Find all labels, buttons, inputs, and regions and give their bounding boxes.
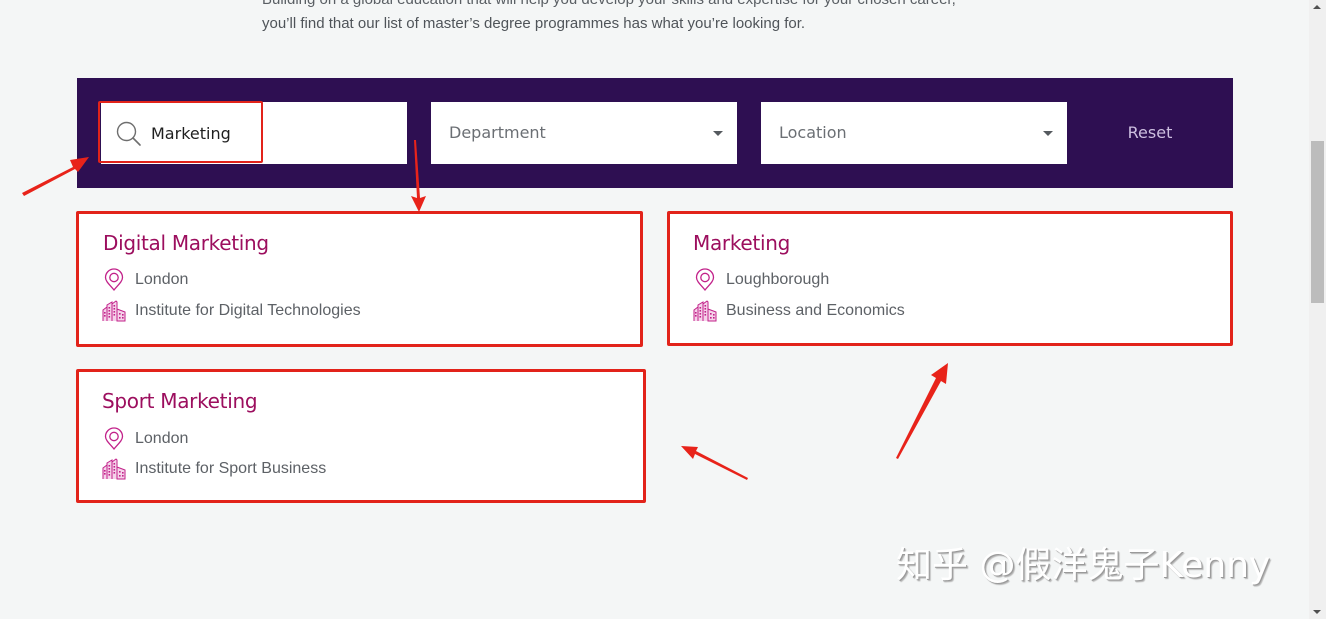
building-icon [693, 300, 717, 322]
course-department: Institute for Sport Business [102, 457, 326, 481]
caret-down-icon [713, 131, 723, 136]
intro-line: you’ll find that our list of master’s de… [262, 15, 806, 32]
building-icon [102, 458, 126, 480]
reset-button[interactable]: Reset [1101, 102, 1199, 164]
arrow-annotation [681, 446, 748, 480]
location-select-label: Location [779, 123, 847, 142]
course-department: Institute for Digital Technologies [102, 299, 361, 323]
map-pin-icon [695, 268, 715, 292]
search-field[interactable] [101, 102, 407, 164]
map-pin-icon [104, 427, 124, 451]
map-pin-icon [104, 268, 124, 292]
department-select[interactable]: Department [431, 102, 737, 164]
course-department: Business and Economics [693, 299, 905, 323]
course-location: London [102, 268, 188, 292]
course-location-text: Loughborough [726, 271, 830, 288]
search-icon [116, 121, 141, 146]
building-icon [102, 300, 126, 322]
course-location-text: London [135, 430, 189, 447]
caret-down-icon [1043, 131, 1053, 136]
result-card[interactable]: Sport Marketing London Institute for Spo… [76, 369, 646, 503]
course-title-link[interactable]: Digital Marketing [103, 231, 269, 255]
course-department-text: Institute for Digital Technologies [135, 302, 361, 319]
intro-line-partial: Building on a global education that will… [262, 0, 956, 12]
course-title-link[interactable]: Marketing [693, 231, 790, 255]
scroll-down-arrow-icon[interactable] [1313, 610, 1321, 614]
page-scrollbar[interactable] [1309, 0, 1326, 619]
scrollbar-thumb[interactable] [1311, 141, 1324, 303]
arrow-annotation [896, 363, 948, 459]
course-location-text: London [135, 271, 189, 288]
course-title-link[interactable]: Sport Marketing [102, 389, 258, 413]
search-input[interactable] [151, 102, 391, 164]
course-location: London [102, 427, 188, 451]
intro-paragraph: Building on a global education that will… [262, 0, 956, 36]
scroll-up-arrow-icon[interactable] [1313, 5, 1321, 9]
location-select[interactable]: Location [761, 102, 1067, 164]
course-department-text: Business and Economics [726, 302, 905, 319]
watermark: 知乎 @假洋鬼子Kenny [896, 545, 1271, 586]
course-filter-bar: Department Location Reset [77, 78, 1233, 188]
result-card[interactable]: Marketing Loughborough Business and Econ… [667, 211, 1233, 346]
result-card[interactable]: Digital Marketing London Institute for D… [76, 211, 643, 347]
course-department-text: Institute for Sport Business [135, 460, 327, 477]
department-select-label: Department [449, 123, 546, 142]
course-location: Loughborough [693, 268, 829, 292]
